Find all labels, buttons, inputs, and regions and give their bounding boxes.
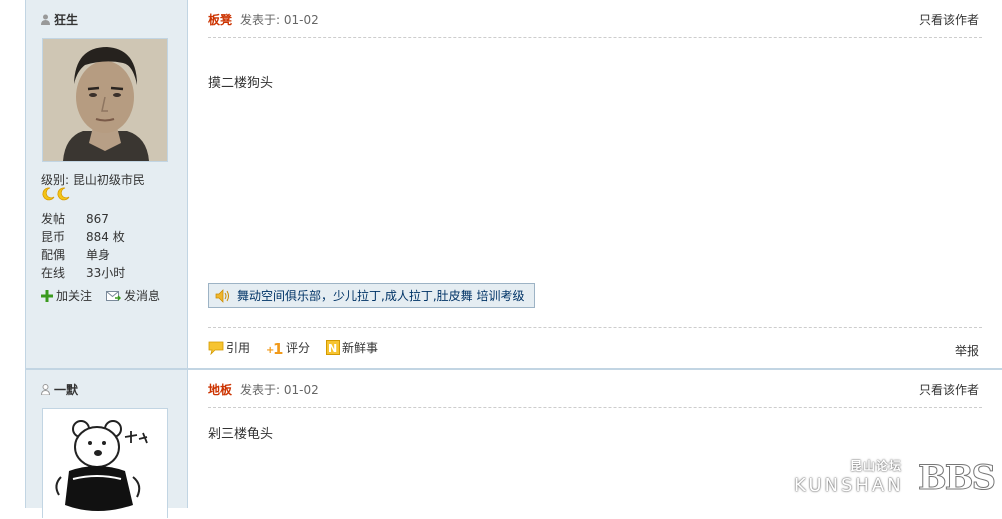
post-main: 板凳 发表于: 01-02 只看该作者 摸二楼狗头 舞动空间俱乐部，少儿拉丁,成… <box>188 0 1002 368</box>
stat-label: 昆币 <box>41 230 66 244</box>
avatar-photo <box>43 39 167 161</box>
fresh-label: 新鲜事 <box>342 341 379 355</box>
stat-value[interactable]: 867 <box>86 210 109 228</box>
stat-value: 单身 <box>86 248 111 262</box>
avatar-drawing <box>43 409 167 519</box>
post-time: 发表于: 01-02 <box>240 383 319 397</box>
only-author-link[interactable]: 只看该作者 <box>919 381 979 398</box>
message-label: 发消息 <box>124 289 161 303</box>
quote-button[interactable]: 引用 <box>208 339 250 356</box>
kunshan-bbs-watermark: 昆山论坛 KUNSHAN BBS <box>794 455 997 500</box>
stat-spouse: 配偶 单身 <box>41 246 125 264</box>
watermark-top-text: 昆山论坛 <box>849 459 902 473</box>
author-sidebar: 狂生 级别: 昆山初级市民 发帖 867 昆币 884 枚 配偶 单身 在线 3… <box>25 0 188 368</box>
post-content: 剁三楼龟头 <box>208 427 274 442</box>
post-content: 摸二楼狗头 <box>208 76 274 91</box>
user-level: 级别: 昆山初级市民 <box>41 173 145 187</box>
post-time: 发表于: 01-02 <box>240 13 319 27</box>
ad-banner[interactable]: 舞动空间俱乐部，少儿拉丁,成人拉丁,肚皮舞 培训考级 <box>208 283 536 308</box>
header-divider <box>208 37 982 38</box>
rate-label: 评分 <box>286 341 311 355</box>
stat-label: 配偶 <box>41 248 66 262</box>
fresh-icon: N <box>326 340 341 355</box>
avatar[interactable] <box>42 38 168 162</box>
stat-label: 在线 <box>41 266 66 280</box>
user-icon <box>41 14 50 25</box>
plus-icon <box>41 289 53 302</box>
header-divider <box>208 407 982 408</box>
message-button[interactable]: 发消息 <box>106 287 160 304</box>
user-icon <box>41 384 50 395</box>
stat-posts: 发帖 867 <box>41 210 125 228</box>
stat-online: 在线 33小时 <box>41 264 125 282</box>
svg-text:1: 1 <box>273 340 283 356</box>
quote-icon <box>208 341 224 355</box>
rate-button[interactable]: +1 评分 <box>266 339 310 356</box>
moon-icon <box>57 187 70 201</box>
quote-label: 引用 <box>226 341 251 355</box>
post-actions-bar: 引用 +1 评分 N 新鲜事 <box>208 339 982 356</box>
report-link[interactable]: 举报 <box>955 342 979 359</box>
svg-text:N: N <box>328 342 337 355</box>
post-1: 狂生 级别: 昆山初级市民 发帖 867 昆币 884 枚 配偶 单身 在线 3… <box>25 0 1002 368</box>
speaker-icon <box>215 288 229 303</box>
mail-icon <box>106 290 122 301</box>
page-left-margin <box>0 0 25 508</box>
avatar[interactable] <box>42 408 168 519</box>
user-actions: 加关注 发消息 <box>41 287 160 304</box>
author-name-text: 一默 <box>54 383 79 397</box>
author-name[interactable]: 一默 <box>41 381 78 398</box>
user-stats: 发帖 867 昆币 884 枚 配偶 单身 在线 33小时 <box>41 210 125 282</box>
author-name[interactable]: 狂生 <box>41 11 78 28</box>
rate-icon: +1 <box>266 340 283 356</box>
ad-text: 舞动空间俱乐部，少儿拉丁,成人拉丁,肚皮舞 培训考级 <box>237 289 525 303</box>
stat-label: 发帖 <box>41 212 66 226</box>
level-moons <box>41 187 70 201</box>
floor-label: 板凳 <box>208 13 233 27</box>
author-sidebar: 一默 <box>25 370 188 519</box>
author-name-text: 狂生 <box>54 13 79 27</box>
follow-label: 加关注 <box>56 289 93 303</box>
watermark-main-text: KUNSHAN <box>794 475 904 496</box>
stat-coins: 昆币 884 枚 <box>41 228 125 246</box>
watermark-bbs-text: BBS <box>917 458 996 499</box>
moon-icon <box>42 187 55 201</box>
floor-label: 地板 <box>208 383 233 397</box>
stat-value: 33小时 <box>86 266 126 280</box>
follow-button[interactable]: 加关注 <box>41 287 92 304</box>
only-author-link[interactable]: 只看该作者 <box>919 11 979 28</box>
footer-divider <box>208 327 982 328</box>
stat-value: 884 枚 <box>86 230 125 244</box>
fresh-button[interactable]: N 新鲜事 <box>326 339 378 356</box>
